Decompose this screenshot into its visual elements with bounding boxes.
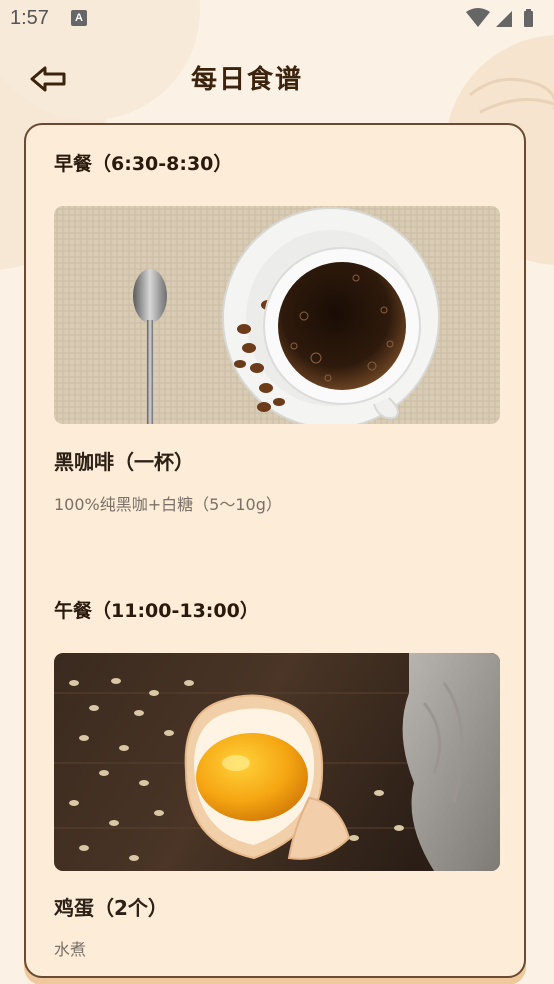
app-header: 每日食谱 <box>0 50 554 106</box>
dish-description: 水煮 <box>54 940 87 959</box>
status-bar: 1:57 A <box>0 0 554 38</box>
battery-icon <box>524 9 533 27</box>
meal-section-breakfast: 早餐（6:30-8:30） 黑咖啡（一杯） 100%纯黑咖+白糖（5～10g） <box>54 149 500 514</box>
wifi-icon <box>466 8 490 27</box>
dish-name: 鸡蛋（2个） <box>54 896 168 920</box>
meal-section-lunch: 午餐（11:00-13:00） 鸡蛋（2个） 水煮 <box>54 596 500 959</box>
meal-title: 早餐（6:30-8:30） <box>54 153 233 175</box>
page-title: 每日食谱 <box>190 65 303 95</box>
black-coffee-photo <box>54 206 500 424</box>
status-time: 1:57 <box>10 7 49 29</box>
signal-icon <box>496 11 512 27</box>
dish-description: 100%纯黑咖+白糖（5～10g） <box>54 495 282 514</box>
egg-photo <box>54 653 500 871</box>
recipe-card: 早餐（6:30-8:30） 黑咖啡（一杯） 100%纯黑咖+白糖（5～10g） … <box>24 123 526 978</box>
system-status-icons <box>466 8 533 27</box>
notification-a-icon: A <box>71 10 87 26</box>
meal-title: 午餐（11:00-13:00） <box>54 600 259 622</box>
dish-name: 黑咖啡（一杯） <box>54 450 194 474</box>
